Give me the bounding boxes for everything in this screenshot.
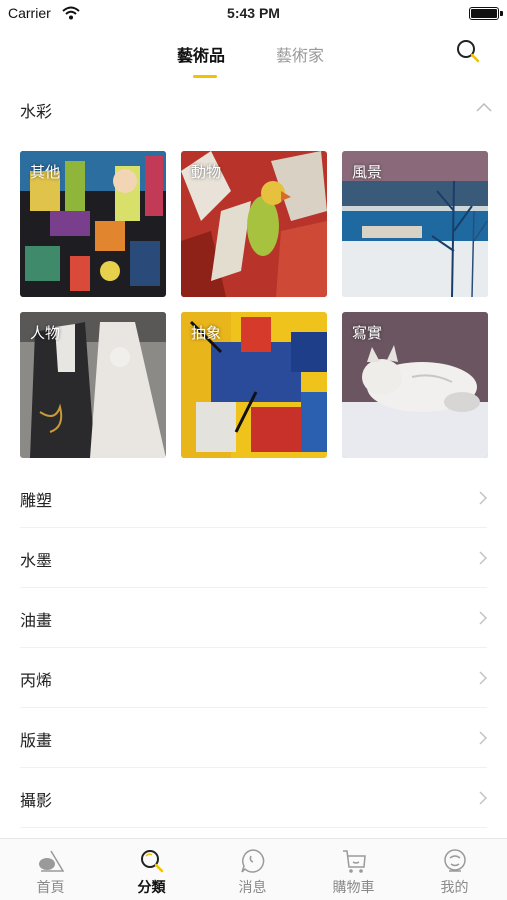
battery-icon [469,7,499,20]
subcategory-tile-portrait[interactable]: 人物 [20,312,166,458]
status-bar: Carrier 5:43 PM [0,0,507,28]
top-tabs: 藝術品 藝術家 [0,30,507,80]
tab-home[interactable]: 首頁 [0,839,101,900]
category-row-printmaking[interactable]: 版畫 [0,708,507,768]
tab-cart[interactable]: 購物車 [303,839,404,900]
tab-artists[interactable]: 藝術家 [276,42,324,66]
category-label: 水墨 [20,551,53,570]
chevron-right-icon [479,731,488,745]
category-row-ink-wash[interactable]: 水墨 [0,528,507,588]
category-row-oil-painting[interactable]: 油畫 [0,588,507,648]
tab-messages[interactable]: 消息 [202,839,303,900]
tile-label: 寫實 [352,324,383,342]
category-row-sculpture[interactable]: 雕塑 [0,468,507,528]
tab-label: 消息 [238,880,267,896]
tile-label: 風景 [352,163,383,181]
chevron-right-icon [479,551,488,565]
category-label: 攝影 [20,791,53,810]
profile-icon [444,849,466,872]
section-title: 水彩 [20,102,53,121]
clock: 5:43 PM [227,5,280,21]
category-row-photography[interactable]: 攝影 [0,768,507,828]
chevron-right-icon [479,491,488,505]
subcategory-tile-landscape[interactable]: 風景 [342,151,488,297]
chevron-right-icon [479,791,488,805]
tile-label: 人物 [30,324,61,342]
chevron-right-icon [479,611,488,625]
search-icon[interactable] [455,38,481,64]
subcategory-tile-animals[interactable]: 動物 [181,151,327,297]
tab-label: 首頁 [36,880,65,896]
category-list: 雕塑 水墨 油畫 丙烯 版畫 攝影 [0,468,507,828]
category-label: 丙烯 [20,671,53,690]
tab-label: 分類 [137,880,166,896]
chevron-up-icon[interactable] [475,99,493,117]
tab-profile[interactable]: 我的 [404,839,505,900]
subcategory-tile-abstract[interactable]: 抽象 [181,312,327,458]
category-label: 油畫 [20,611,53,630]
category-row-acrylic[interactable]: 丙烯 [0,648,507,708]
active-tab-indicator [193,75,217,78]
cart-icon [343,850,366,873]
home-icon [39,850,65,872]
tile-label: 抽象 [191,324,222,342]
tile-label: 動物 [191,163,222,181]
tab-artworks[interactable]: 藝術品 [177,42,225,66]
section-header-watercolor[interactable]: 水彩 [0,88,507,130]
subcategory-tile-other[interactable]: 其他 [20,151,166,297]
category-label: 版畫 [20,731,53,750]
category-search-icon [141,850,164,873]
tab-category[interactable]: 分類 [101,839,202,900]
tile-label: 其他 [30,163,61,181]
category-label: 雕塑 [20,491,53,510]
tab-label: 購物車 [332,880,375,896]
bottom-tab-bar: 首頁 分類 消息 購物車 我的 [0,838,507,900]
subcategory-tile-realism[interactable]: 寫實 [342,312,488,458]
tab-label: 我的 [440,880,469,896]
message-icon [241,849,265,873]
chevron-right-icon [479,671,488,685]
